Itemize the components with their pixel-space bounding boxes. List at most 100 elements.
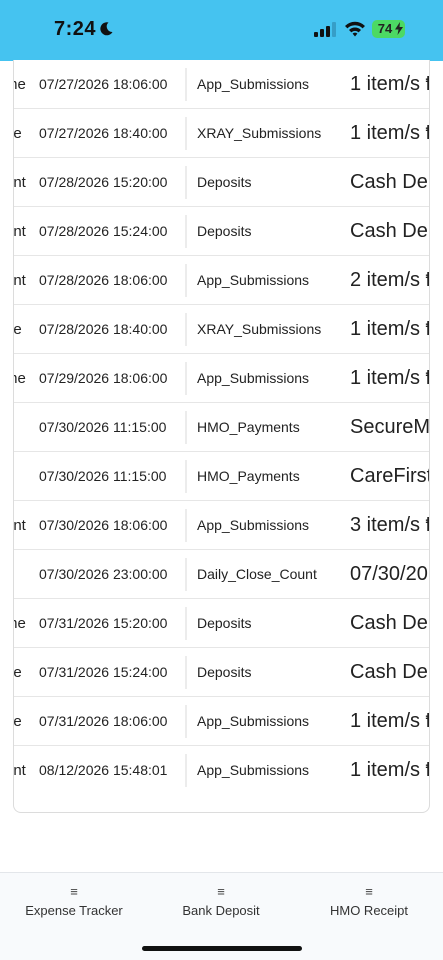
row-date: 07/28/2026 18:06:00 bbox=[39, 272, 168, 288]
row-type: XRAY_Submissions bbox=[197, 125, 322, 141]
menu-icon: ≡ bbox=[217, 884, 225, 899]
column-separator bbox=[185, 705, 187, 738]
table-row[interactable]: ant 07/30/2026 18:06:00 App_Submissions 3 i… bbox=[14, 501, 429, 550]
column-separator bbox=[185, 607, 187, 640]
row-detail: 3 item/s ₱ bbox=[350, 513, 429, 536]
table-row[interactable]: ant 07/28/2026 18:06:00 App_Submissions 2 i… bbox=[14, 256, 429, 305]
row-date: 07/27/2026 18:40:00 bbox=[39, 125, 168, 141]
status-time: 7:24 bbox=[54, 18, 97, 40]
table-row[interactable]: ant 07/28/2026 15:20:00 Deposits Cash Dep bbox=[14, 158, 429, 207]
row-type: XRAY_Submissions bbox=[197, 321, 322, 337]
column-separator bbox=[185, 754, 187, 787]
row-detail: 1 item/s ₱ bbox=[350, 709, 429, 732]
row-detail: Cash Dep bbox=[350, 660, 429, 683]
table-row[interactable]: me 07/29/2026 18:06:00 App_Submissions 1 it… bbox=[14, 354, 429, 403]
row-detail: 1 item/s ₱ bbox=[350, 72, 429, 95]
row-date: 07/30/2026 11:15:00 bbox=[39, 419, 167, 435]
row-type: App_Submissions bbox=[197, 272, 310, 288]
nav-expense-tracker[interactable]: ≡ Expense Tracker bbox=[0, 884, 148, 919]
row-detail: 1 item/s ₱ bbox=[350, 317, 429, 340]
row-name: ant bbox=[14, 222, 26, 240]
row-name: ne bbox=[14, 124, 22, 142]
nav-bank-deposit[interactable]: ≡ Bank Deposit bbox=[147, 884, 295, 919]
row-date: 07/30/2026 18:06:00 bbox=[39, 517, 168, 533]
row-name: ne bbox=[14, 320, 22, 338]
row-type: App_Submissions bbox=[197, 370, 310, 386]
menu-icon: ≡ bbox=[70, 884, 78, 899]
column-separator bbox=[185, 68, 187, 101]
row-detail: Cash Dep bbox=[350, 611, 429, 634]
nav-label: Bank Deposit bbox=[182, 903, 260, 918]
row-type: HMO_Payments bbox=[197, 419, 300, 435]
row-name: me bbox=[14, 369, 26, 387]
row-name: ant bbox=[14, 516, 26, 534]
row-name bbox=[14, 550, 28, 598]
row-detail: SecureM bbox=[350, 415, 430, 438]
row-name bbox=[14, 452, 28, 500]
table-row[interactable]: ne 07/31/2026 18:06:00 App_Submissions 1 it… bbox=[14, 697, 429, 746]
row-type: Daily_Close_Count bbox=[197, 566, 317, 582]
row-date: 07/28/2026 15:24:00 bbox=[39, 223, 168, 239]
row-name: ant bbox=[14, 761, 26, 779]
column-separator bbox=[185, 362, 187, 395]
row-detail: Cash Dep bbox=[350, 219, 429, 242]
column-separator bbox=[185, 509, 187, 542]
row-detail: CareFirst bbox=[350, 464, 430, 487]
table-row[interactable]: 07/30/2026 11:15:00 HMO_Payments SecureM bbox=[14, 403, 429, 452]
home-indicator bbox=[142, 946, 302, 951]
table-row[interactable]: ne 07/28/2026 18:40:00 XRAY_Submissions 1 i… bbox=[14, 305, 429, 354]
column-separator bbox=[185, 558, 187, 591]
nav-hmo-receipt[interactable]: ≡ HMO Receipt bbox=[295, 884, 443, 919]
row-type: Deposits bbox=[197, 615, 252, 631]
menu-icon: ≡ bbox=[365, 884, 373, 899]
row-date: 07/31/2026 18:06:00 bbox=[39, 713, 168, 729]
row-date: 07/28/2026 18:40:00 bbox=[39, 321, 168, 337]
column-separator bbox=[185, 460, 187, 493]
row-detail: 2 item/s ₱ bbox=[350, 268, 429, 291]
table-row[interactable]: 07/30/2026 23:00:00 Daily_Close_Count 07/3… bbox=[14, 550, 429, 599]
column-separator bbox=[185, 215, 187, 248]
row-type: Deposits bbox=[197, 223, 252, 239]
table-row[interactable]: ne 07/27/2026 18:40:00 XRAY_Submissions 1 i… bbox=[14, 109, 429, 158]
column-separator bbox=[185, 411, 187, 444]
row-date: 08/12/2026 15:48:01 bbox=[39, 762, 168, 778]
column-separator bbox=[185, 313, 187, 346]
column-separator bbox=[185, 264, 187, 297]
table-row[interactable]: ne 07/31/2026 15:24:00 Deposits Cash Dep bbox=[14, 648, 429, 697]
status-bar: 7:24 74 bbox=[0, 0, 443, 61]
moon-icon bbox=[100, 22, 113, 36]
row-date: 07/30/2026 11:15:00 bbox=[39, 468, 167, 484]
row-type: Deposits bbox=[197, 664, 252, 680]
table-row[interactable]: ant 08/12/2026 15:48:01 App_Submissions 1 i… bbox=[14, 746, 429, 795]
row-date: 07/31/2026 15:24:00 bbox=[39, 664, 168, 680]
table-row[interactable]: me 07/31/2026 15:20:00 Deposits Cash Dep bbox=[14, 599, 429, 648]
nav-label: Expense Tracker bbox=[25, 903, 123, 918]
row-date: 07/28/2026 15:20:00 bbox=[39, 174, 168, 190]
row-name bbox=[14, 403, 28, 451]
row-detail: 1 item/s ₱ bbox=[350, 758, 429, 781]
row-name: ne bbox=[14, 663, 22, 681]
row-name: ne bbox=[14, 712, 22, 730]
column-separator bbox=[185, 166, 187, 199]
row-detail: 07/30/20 bbox=[350, 562, 428, 585]
row-detail: 1 item/s ₱ bbox=[350, 366, 429, 389]
records-table[interactable]: me 07/27/2026 18:06:00 App_Submissions 1 it… bbox=[13, 60, 430, 813]
row-date: 07/30/2026 23:00:00 bbox=[39, 566, 168, 582]
row-name: ant bbox=[14, 173, 26, 191]
battery-level: 74 bbox=[377, 21, 393, 36]
row-type: HMO_Payments bbox=[197, 468, 300, 484]
row-name: me bbox=[14, 75, 26, 93]
row-date: 07/31/2026 15:20:00 bbox=[39, 615, 168, 631]
row-type: App_Submissions bbox=[197, 76, 310, 92]
row-name: me bbox=[14, 614, 26, 632]
table-row[interactable]: me 07/27/2026 18:06:00 App_Submissions 1 it… bbox=[14, 60, 429, 109]
nav-label: HMO Receipt bbox=[329, 903, 409, 918]
table-row[interactable]: 07/30/2026 11:15:00 HMO_Payments CareFirst bbox=[14, 452, 429, 501]
charging-bolt-icon bbox=[395, 22, 403, 35]
column-separator bbox=[185, 117, 187, 150]
row-date: 07/27/2026 18:06:00 bbox=[39, 76, 168, 92]
table-row[interactable]: ant 07/28/2026 15:24:00 Deposits Cash Dep bbox=[14, 207, 429, 256]
row-type: Deposits bbox=[197, 174, 252, 190]
row-type: App_Submissions bbox=[197, 713, 310, 729]
row-detail: 1 item/s ₱ bbox=[350, 121, 429, 144]
